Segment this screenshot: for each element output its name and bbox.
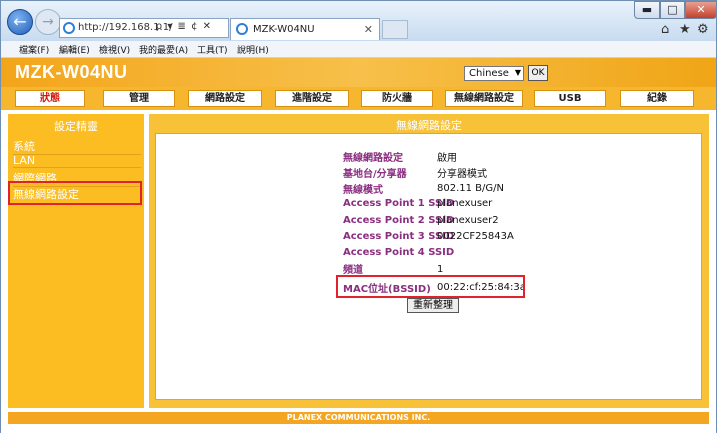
browser-window: ← → http://192.168.1.1/ ρ ▾ ≣ ¢ ✕ MZK-W0… [0, 0, 717, 433]
tab-log[interactable]: 紀錄 [620, 90, 694, 107]
new-tab-button[interactable] [382, 20, 408, 39]
nav-tabs: 狀態 管理 網路設定 進階設定 防火牆 無線網路設定 USB 紀錄 [1, 87, 716, 110]
settings-gear-icon[interactable]: ⚙ [697, 22, 709, 37]
sidebar-item-system[interactable]: 系統 [13, 138, 141, 155]
menu-help[interactable]: 說明(H) [237, 43, 269, 56]
tab-advanced-settings[interactable]: 進階設定 [275, 90, 349, 107]
chevron-down-icon[interactable]: ▼ [515, 68, 521, 77]
ie-page-icon [63, 22, 75, 34]
mac-highlight-box [336, 275, 525, 298]
row-value-wireless-enable: 啟用 [437, 153, 457, 164]
row-label-wireless-mode: 無線模式 [343, 185, 383, 196]
menu-tools[interactable]: 工具(T) [197, 43, 228, 56]
row-value-ssid-3: 0022CF25843A [437, 231, 514, 242]
sidebar: 設定精靈 系統 LAN 網際網路 無線網路設定 [8, 114, 144, 408]
sidebar-title[interactable]: 設定精靈 [8, 118, 144, 136]
main-section: 無線網路設定 無線網路設定 啟用 基地台/分享器 分享器模式 無線模式 802.… [149, 114, 709, 408]
menu-edit[interactable]: 編輯(E) [59, 43, 90, 56]
browser-tab[interactable]: MZK-W04NU ✕ [230, 18, 380, 40]
router-logo: MZK-W04NU [15, 62, 128, 82]
row-label-ssid-4: Access Point 4 SSID [343, 247, 455, 258]
row-value-ap-mode: 分享器模式 [437, 169, 487, 180]
menu-favorites[interactable]: 我的最愛(A) [139, 43, 188, 56]
tab-usb[interactable]: USB [534, 90, 606, 107]
back-button[interactable]: ← [7, 9, 33, 35]
tab-wireless-settings[interactable]: 無線網路設定 [445, 90, 523, 107]
menu-bar: 檔案(F) 編輯(E) 檢視(V) 我的最愛(A) 工具(T) 說明(H) [1, 41, 716, 58]
close-window-button[interactable]: ✕ [685, 1, 717, 19]
refresh-button[interactable]: 重新整理 [407, 298, 459, 313]
tab-title[interactable]: MZK-W04NU [253, 24, 315, 35]
page-content: MZK-W04NU Chinese ▼ OK 狀態 管理 網路設定 進階設定 防… [1, 58, 716, 433]
ie-tab-icon [236, 23, 248, 35]
browser-titlebar: ← → http://192.168.1.1/ ρ ▾ ≣ ¢ ✕ MZK-W0… [1, 1, 717, 41]
tab-management[interactable]: 管理 [103, 90, 175, 107]
tab-network-settings[interactable]: 網路設定 [188, 90, 262, 107]
language-select[interactable]: Chinese ▼ [464, 66, 524, 81]
tab-firewall[interactable]: 防火牆 [361, 90, 433, 107]
sidebar-highlight-box [8, 181, 142, 205]
ok-button[interactable]: OK [528, 65, 548, 81]
minimize-button[interactable]: ▬ [634, 1, 660, 19]
tab-status[interactable]: 狀態 [15, 90, 85, 107]
row-label-wireless-enable: 無線網路設定 [343, 153, 403, 164]
menu-view[interactable]: 檢視(V) [99, 43, 130, 56]
forward-button[interactable]: → [35, 9, 61, 35]
row-label-ap-mode: 基地台/分享器 [343, 169, 407, 180]
main-title: 無線網路設定 [396, 119, 462, 132]
maximize-button[interactable]: □ [660, 1, 685, 19]
row-value-channel: 1 [437, 264, 444, 275]
sidebar-item-lan[interactable]: LAN [13, 154, 141, 168]
language-value[interactable]: Chinese [469, 68, 509, 79]
router-header: MZK-W04NU Chinese ▼ OK [1, 58, 716, 87]
row-value-ssid-2: planexuser2 [437, 215, 499, 226]
footer-copyright: PLANEX COMMUNICATIONS INC. [8, 412, 709, 424]
address-tools-icon[interactable]: ρ ▾ ≣ ¢ ✕ [156, 21, 212, 32]
tab-close-icon[interactable]: ✕ [364, 23, 373, 36]
row-value-ssid-1: planexuser [437, 198, 493, 209]
favorites-star-icon[interactable]: ★ [679, 22, 691, 37]
row-label-channel: 頻道 [343, 265, 363, 276]
settings-panel: 無線網路設定 啟用 基地台/分享器 分享器模式 無線模式 802.11 B/G/… [155, 133, 702, 400]
menu-file[interactable]: 檔案(F) [19, 43, 49, 56]
address-bar[interactable]: http://192.168.1.1/ ρ ▾ ≣ ¢ ✕ [59, 18, 229, 38]
row-value-wireless-mode: 802.11 B/G/N [437, 183, 504, 194]
home-icon[interactable]: ⌂ [661, 22, 669, 37]
